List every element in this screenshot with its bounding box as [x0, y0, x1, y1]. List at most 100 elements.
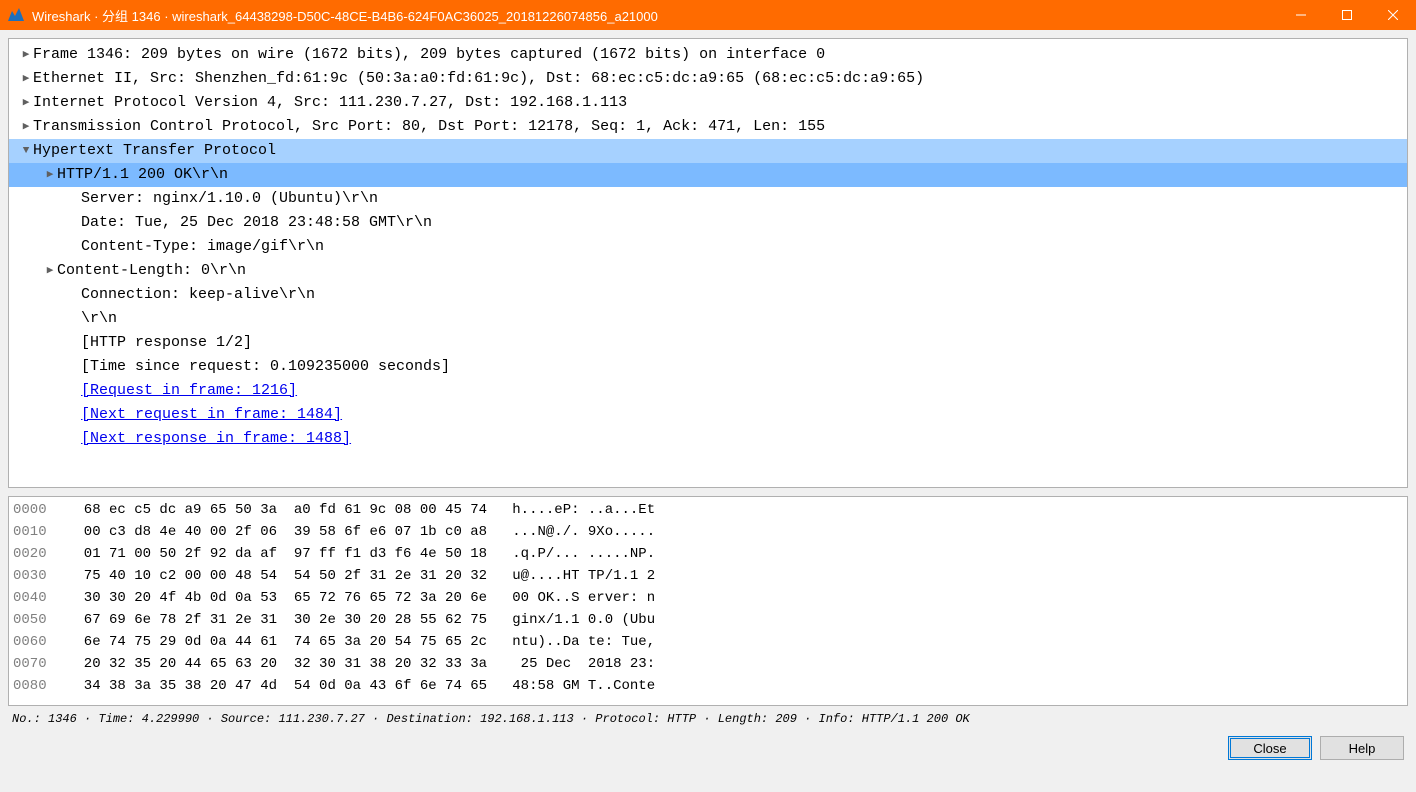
tree-row-http-status[interactable]: ▶ HTTP/1.1 200 OK\r\n	[9, 163, 1407, 187]
tree-label: [Time since request: 0.109235000 seconds…	[81, 355, 1403, 379]
hex-offset: 0070	[13, 653, 67, 675]
tree-row-next-request-frame[interactable]: ▶ [Next request in frame: 1484]	[9, 403, 1407, 427]
tree-row-content-type[interactable]: ▶ Content-Type: image/gif\r\n	[9, 235, 1407, 259]
hex-ascii: .q.P/... .....NP.	[512, 546, 655, 562]
hex-row[interactable]: 0050 67 69 6e 78 2f 31 2e 31 30 2e 30 20…	[13, 609, 1403, 631]
chevron-right-icon[interactable]: ▶	[43, 163, 57, 187]
hex-bytes: 75 40 10 c2 00 00 48 54 54 50 2f 31 2e 3…	[67, 568, 512, 584]
hex-row[interactable]: 0020 01 71 00 50 2f 92 da af 97 ff f1 d3…	[13, 543, 1403, 565]
hex-row[interactable]: 0080 34 38 3a 35 38 20 47 4d 54 0d 0a 43…	[13, 675, 1403, 697]
blank-icon: ▶	[67, 331, 81, 355]
tree-label: Hypertext Transfer Protocol	[33, 139, 1403, 163]
blank-icon: ▶	[67, 427, 81, 451]
tree-label: \r\n	[81, 307, 1403, 331]
tree-row-connection[interactable]: ▶ Connection: keep-alive\r\n	[9, 283, 1407, 307]
tree-row-ethernet[interactable]: ▶ Ethernet II, Src: Shenzhen_fd:61:9c (5…	[9, 67, 1407, 91]
chevron-down-icon[interactable]: ▼	[19, 139, 33, 163]
hex-row[interactable]: 0000 68 ec c5 dc a9 65 50 3a a0 fd 61 9c…	[13, 499, 1403, 521]
hex-ascii: 00 OK..S erver: n	[512, 590, 655, 606]
window-title: Wireshark · 分组 1346 · wireshark_64438298…	[32, 6, 1278, 25]
tree-label: Content-Length: 0\r\n	[57, 259, 1403, 283]
link-next-response-frame[interactable]: [Next response in frame: 1488]	[81, 427, 1403, 451]
app-icon	[8, 7, 24, 23]
titlebar[interactable]: Wireshark · 分组 1346 · wireshark_64438298…	[0, 0, 1416, 30]
blank-icon: ▶	[67, 355, 81, 379]
tree-label: Frame 1346: 209 bytes on wire (1672 bits…	[33, 43, 1403, 67]
minimize-button[interactable]	[1278, 0, 1324, 30]
hex-offset: 0080	[13, 675, 67, 697]
chevron-right-icon[interactable]: ▶	[19, 67, 33, 91]
hex-offset: 0010	[13, 521, 67, 543]
tree-row-response-number[interactable]: ▶ [HTTP response 1/2]	[9, 331, 1407, 355]
hex-ascii: u@....HT TP/1.1 2	[512, 568, 655, 584]
hex-bytes: 00 c3 d8 4e 40 00 2f 06 39 58 6f e6 07 1…	[67, 524, 512, 540]
tree-label: Date: Tue, 25 Dec 2018 23:48:58 GMT\r\n	[81, 211, 1403, 235]
tree-label: Connection: keep-alive\r\n	[81, 283, 1403, 307]
tree-label: Ethernet II, Src: Shenzhen_fd:61:9c (50:…	[33, 67, 1403, 91]
hex-row[interactable]: 0030 75 40 10 c2 00 00 48 54 54 50 2f 31…	[13, 565, 1403, 587]
window-controls	[1278, 0, 1416, 30]
blank-icon: ▶	[67, 187, 81, 211]
hex-row[interactable]: 0060 6e 74 75 29 0d 0a 44 61 74 65 3a 20…	[13, 631, 1403, 653]
hex-offset: 0020	[13, 543, 67, 565]
hex-offset: 0030	[13, 565, 67, 587]
chevron-right-icon[interactable]: ▶	[19, 91, 33, 115]
hex-ascii: 25 Dec 2018 23:	[512, 656, 655, 672]
tree-label: Internet Protocol Version 4, Src: 111.23…	[33, 91, 1403, 115]
tree-label: HTTP/1.1 200 OK\r\n	[57, 163, 1403, 187]
hex-bytes: 34 38 3a 35 38 20 47 4d 54 0d 0a 43 6f 6…	[67, 678, 512, 694]
hex-ascii: 48:58 GM T..Conte	[512, 678, 655, 694]
link-next-request-frame[interactable]: [Next request in frame: 1484]	[81, 403, 1403, 427]
blank-icon: ▶	[67, 235, 81, 259]
chevron-right-icon[interactable]: ▶	[19, 115, 33, 139]
packet-details-pane[interactable]: ▶ Frame 1346: 209 bytes on wire (1672 bi…	[8, 38, 1408, 488]
chevron-right-icon[interactable]: ▶	[19, 43, 33, 67]
tree-row-request-frame[interactable]: ▶ [Request in frame: 1216]	[9, 379, 1407, 403]
content-area: ▶ Frame 1346: 209 bytes on wire (1672 bi…	[0, 30, 1416, 792]
tree-label: Server: nginx/1.10.0 (Ubuntu)\r\n	[81, 187, 1403, 211]
hex-bytes: 20 32 35 20 44 65 63 20 32 30 31 38 20 3…	[67, 656, 512, 672]
hex-bytes: 67 69 6e 78 2f 31 2e 31 30 2e 30 20 28 5…	[67, 612, 512, 628]
hex-ascii: ginx/1.1 0.0 (Ubu	[512, 612, 655, 628]
tree-row-server[interactable]: ▶ Server: nginx/1.10.0 (Ubuntu)\r\n	[9, 187, 1407, 211]
blank-icon: ▶	[67, 283, 81, 307]
blank-icon: ▶	[67, 403, 81, 427]
tree-label: Transmission Control Protocol, Src Port:…	[33, 115, 1403, 139]
hex-dump-pane[interactable]: 0000 68 ec c5 dc a9 65 50 3a a0 fd 61 9c…	[8, 496, 1408, 706]
hex-ascii: ...N@./. 9Xo.....	[512, 524, 655, 540]
blank-icon: ▶	[67, 379, 81, 403]
help-button[interactable]: Help	[1320, 736, 1404, 760]
blank-icon: ▶	[67, 307, 81, 331]
hex-bytes: 68 ec c5 dc a9 65 50 3a a0 fd 61 9c 08 0…	[67, 502, 512, 518]
tree-row-ip[interactable]: ▶ Internet Protocol Version 4, Src: 111.…	[9, 91, 1407, 115]
tree-row-content-length[interactable]: ▶ Content-Length: 0\r\n	[9, 259, 1407, 283]
hex-offset: 0050	[13, 609, 67, 631]
tree-row-time-since-request[interactable]: ▶ [Time since request: 0.109235000 secon…	[9, 355, 1407, 379]
hex-bytes: 01 71 00 50 2f 92 da af 97 ff f1 d3 f6 4…	[67, 546, 512, 562]
close-button[interactable]: Close	[1228, 736, 1312, 760]
hex-row[interactable]: 0070 20 32 35 20 44 65 63 20 32 30 31 38…	[13, 653, 1403, 675]
hex-bytes: 30 30 20 4f 4b 0d 0a 53 65 72 76 65 72 3…	[67, 590, 512, 606]
link-request-frame[interactable]: [Request in frame: 1216]	[81, 379, 1403, 403]
tree-label: [HTTP response 1/2]	[81, 331, 1403, 355]
hex-ascii: ntu)..Da te: Tue,	[512, 634, 655, 650]
chevron-right-icon[interactable]: ▶	[43, 259, 57, 283]
hex-row[interactable]: 0010 00 c3 d8 4e 40 00 2f 06 39 58 6f e6…	[13, 521, 1403, 543]
tree-row-frame[interactable]: ▶ Frame 1346: 209 bytes on wire (1672 bi…	[9, 43, 1407, 67]
tree-row-date[interactable]: ▶ Date: Tue, 25 Dec 2018 23:48:58 GMT\r\…	[9, 211, 1407, 235]
tree-row-crlf[interactable]: ▶ \r\n	[9, 307, 1407, 331]
button-row: Close Help	[8, 728, 1408, 760]
close-window-button[interactable]	[1370, 0, 1416, 30]
hex-offset: 0060	[13, 631, 67, 653]
status-bar: No.: 1346 · Time: 4.229990 · Source: 111…	[8, 706, 1408, 728]
maximize-button[interactable]	[1324, 0, 1370, 30]
tree-row-next-response-frame[interactable]: ▶ [Next response in frame: 1488]	[9, 427, 1407, 451]
hex-offset: 0000	[13, 499, 67, 521]
hex-row[interactable]: 0040 30 30 20 4f 4b 0d 0a 53 65 72 76 65…	[13, 587, 1403, 609]
tree-label: Content-Type: image/gif\r\n	[81, 235, 1403, 259]
hex-offset: 0040	[13, 587, 67, 609]
tree-row-http[interactable]: ▼ Hypertext Transfer Protocol	[9, 139, 1407, 163]
blank-icon: ▶	[67, 211, 81, 235]
hex-ascii: h....eP: ..a...Et	[512, 502, 655, 518]
tree-row-tcp[interactable]: ▶ Transmission Control Protocol, Src Por…	[9, 115, 1407, 139]
